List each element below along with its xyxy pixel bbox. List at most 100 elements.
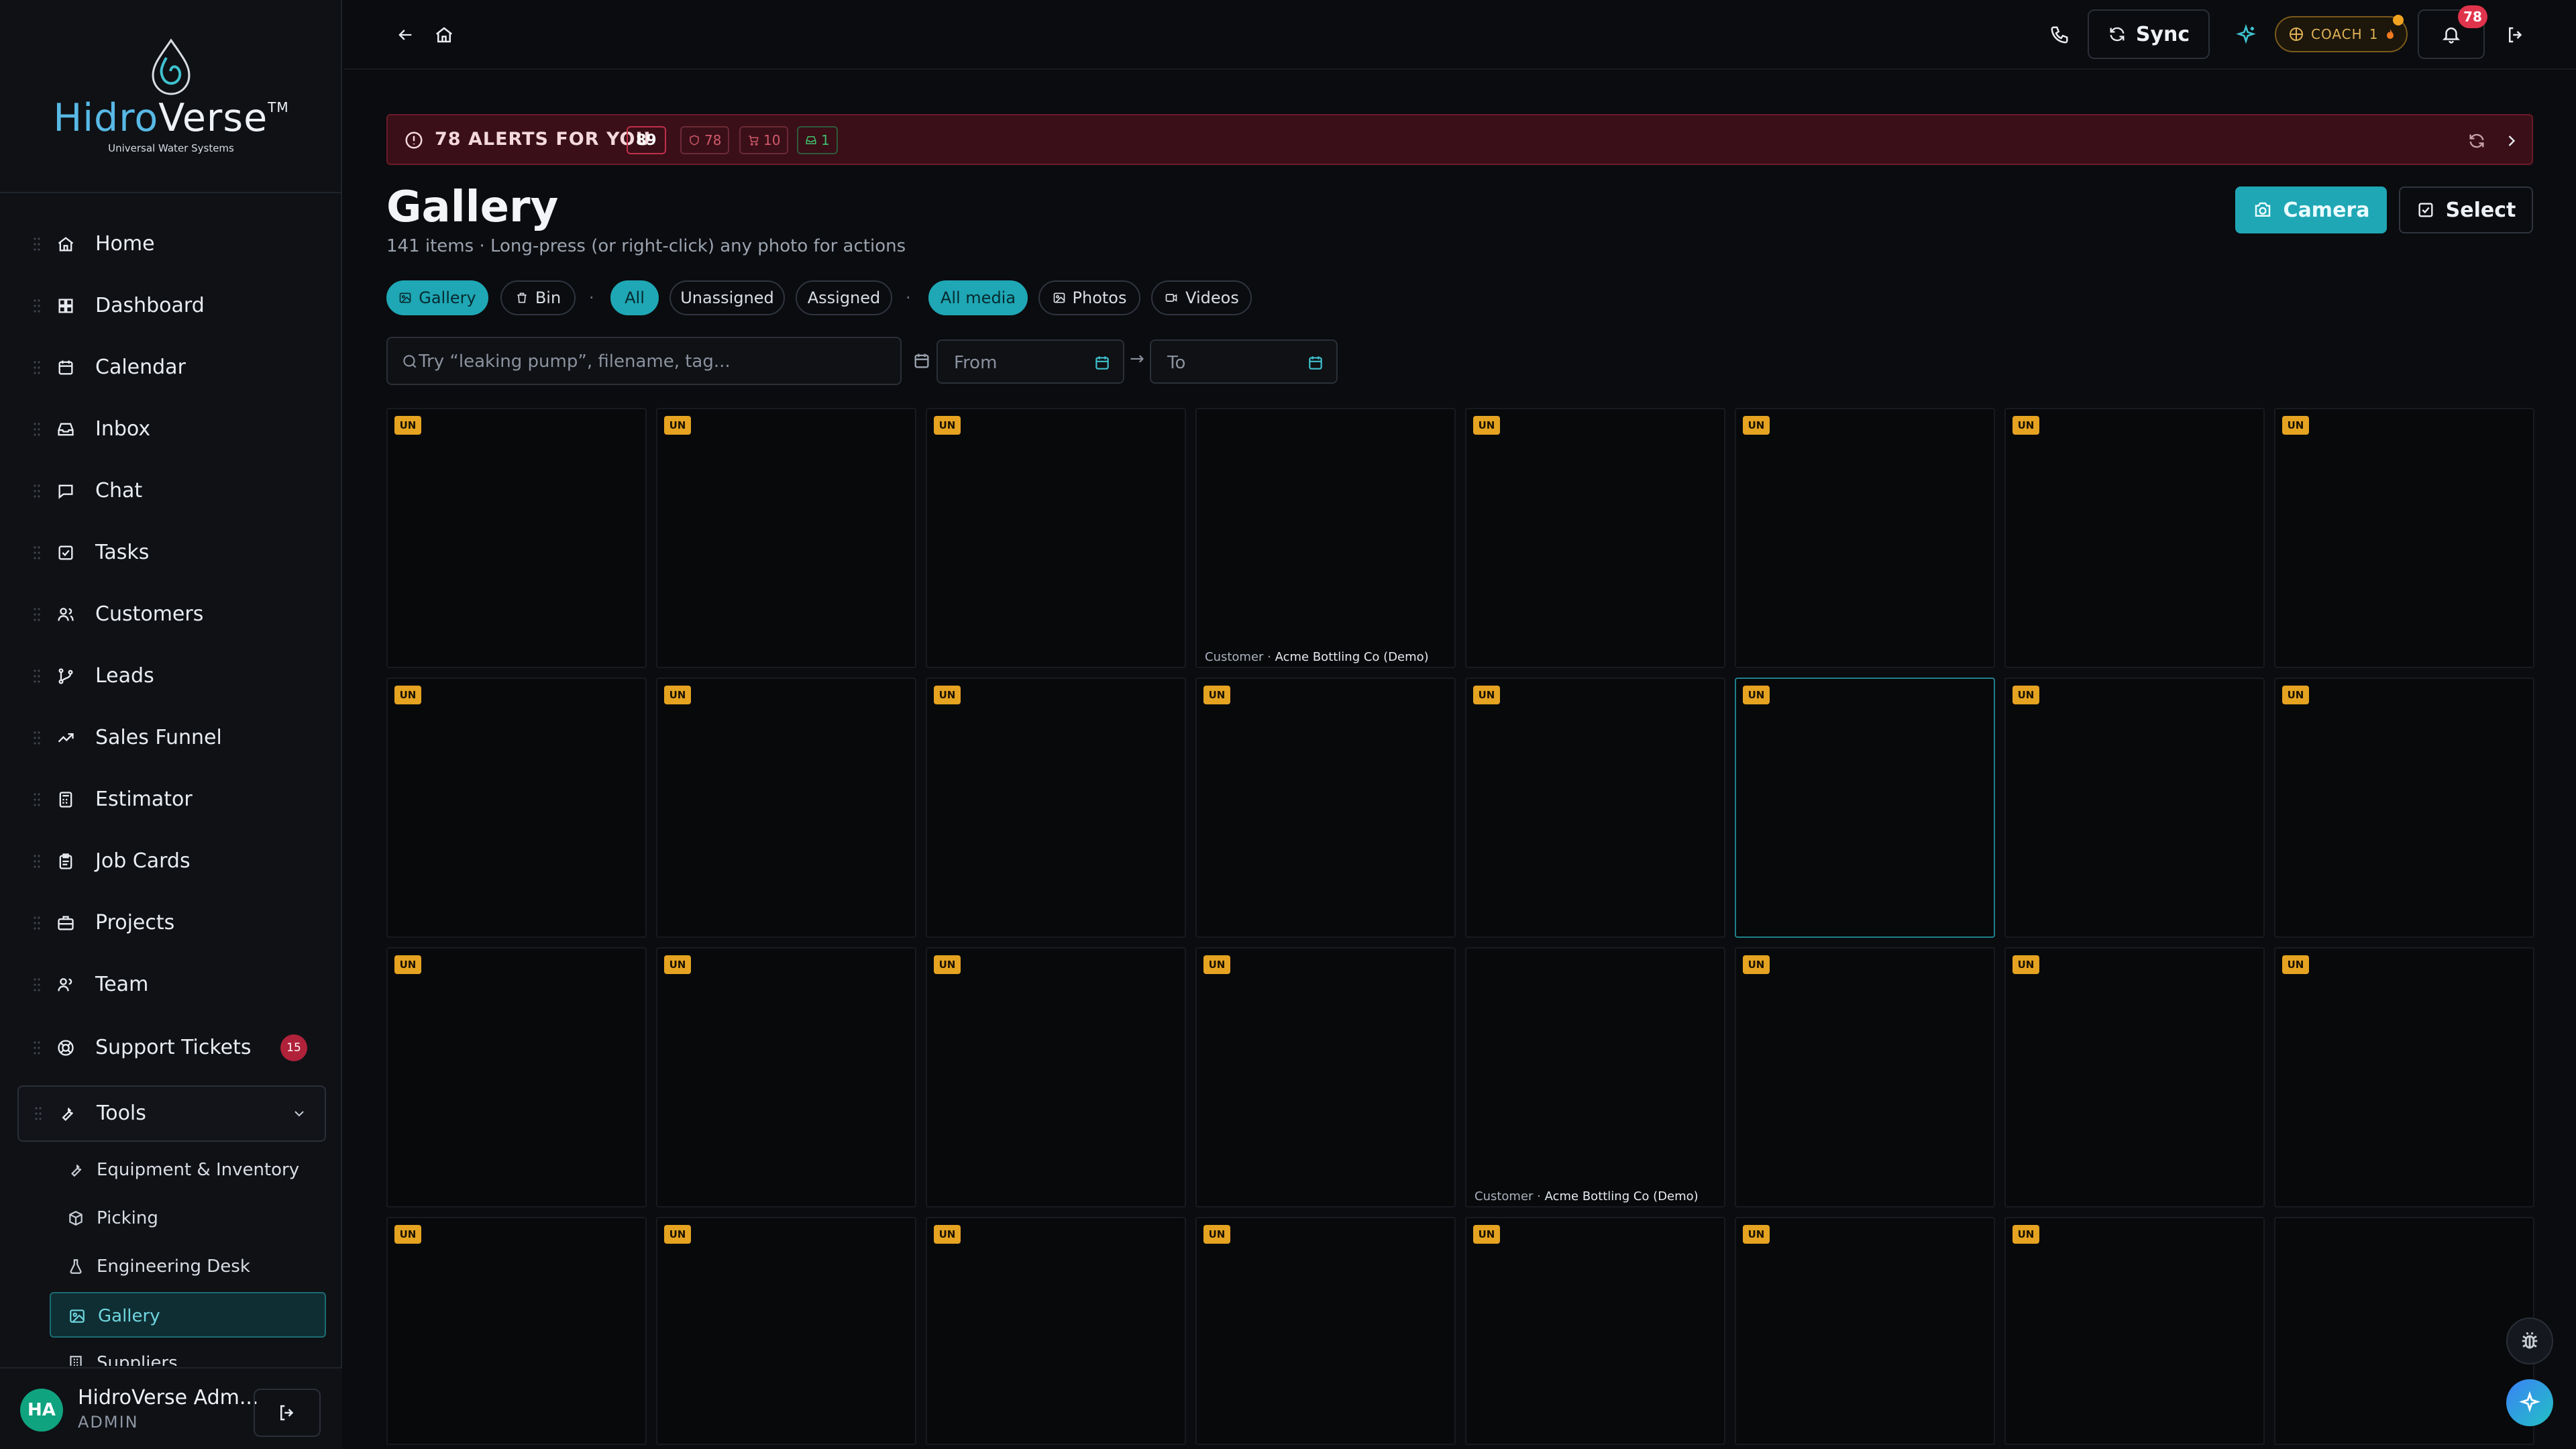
calendar-icon[interactable]: [1307, 354, 1324, 372]
date-to-input[interactable]: To: [1150, 339, 1338, 384]
gallery-tile[interactable]: UN: [2004, 408, 2265, 668]
chevron-right-icon[interactable]: [2502, 131, 2521, 150]
drag-handle-icon[interactable]: [34, 730, 40, 746]
gallery-tile[interactable]: UN: [656, 1217, 916, 1445]
back-button[interactable]: [392, 21, 419, 48]
gallery-tile[interactable]: UN: [2274, 408, 2534, 668]
gallery-tile[interactable]: UN: [1735, 1217, 1995, 1445]
drag-handle-icon[interactable]: [34, 977, 40, 993]
sidebar-item-team[interactable]: Team: [17, 958, 326, 1012]
logout-button[interactable]: [2502, 21, 2529, 48]
sidebar-item-projects[interactable]: Projects: [17, 896, 326, 950]
sidebar-logout-button[interactable]: [254, 1389, 321, 1437]
gallery-tile[interactable]: UN: [2004, 678, 2265, 938]
sidebar-item-chat[interactable]: Chat: [17, 464, 326, 518]
select-button[interactable]: Select: [2399, 186, 2533, 233]
alert-chip-shield[interactable]: 78: [680, 126, 730, 154]
gallery-tile[interactable]: Customer · Acme Bottling Co (Demo): [1195, 408, 1456, 668]
filter-gallery[interactable]: Gallery: [386, 280, 488, 315]
drag-handle-icon[interactable]: [34, 483, 40, 499]
gallery-tile[interactable]: UN: [2274, 678, 2534, 938]
filter-unassigned[interactable]: Unassigned: [669, 280, 785, 315]
filter-assigned[interactable]: Assigned: [796, 280, 892, 315]
coach-button[interactable]: COACH 1: [2275, 15, 2408, 52]
drag-handle-icon[interactable]: [34, 421, 40, 437]
camera-button[interactable]: Camera: [2235, 186, 2387, 233]
sidebar-item-leads[interactable]: Leads: [17, 649, 326, 703]
sidebar-item-job-cards[interactable]: Job Cards: [17, 835, 326, 888]
filter-all-media[interactable]: All media: [928, 280, 1028, 315]
drag-handle-icon[interactable]: [34, 545, 40, 561]
gallery-tile[interactable]: UN: [1195, 1217, 1456, 1445]
gallery-tile[interactable]: UN: [386, 678, 647, 938]
sidebar-subitem-picking[interactable]: Picking: [50, 1195, 326, 1241]
sidebar-item-dashboard[interactable]: Dashboard: [17, 279, 326, 333]
sidebar-subitem-engineering-desk[interactable]: Engineering Desk: [50, 1244, 326, 1289]
drag-handle-icon[interactable]: [35, 1106, 42, 1122]
gallery-tile[interactable]: UN: [1195, 678, 1456, 938]
gallery-tile[interactable]: UN: [926, 1217, 1186, 1445]
ai-assistant-button[interactable]: [2506, 1379, 2553, 1426]
sidebar-subitem-equipment-inventory[interactable]: Equipment & Inventory: [50, 1147, 326, 1193]
gallery-tile[interactable]: UN: [386, 1217, 647, 1445]
search-input[interactable]: [419, 347, 888, 376]
gallery-tile[interactable]: UN: [1735, 947, 1995, 1208]
alerts-banner[interactable]: 78 ALERTS FOR YOU 89 78 10 1: [386, 114, 2533, 165]
filter-bin[interactable]: Bin: [500, 280, 576, 315]
drag-handle-icon[interactable]: [34, 915, 40, 931]
avatar[interactable]: HA: [20, 1389, 63, 1432]
gallery-tile[interactable]: UN: [926, 678, 1186, 938]
ai-assist-button[interactable]: [2233, 21, 2259, 48]
gallery-tile[interactable]: UN: [1735, 678, 1995, 938]
gallery-tile[interactable]: Customer · Acme Bottling Co (Demo): [1465, 947, 1725, 1208]
gallery-tile[interactable]: UN: [656, 678, 916, 938]
gallery-tile[interactable]: UN: [2004, 1217, 2265, 1445]
sidebar-subitem-suppliers[interactable]: Suppliers: [50, 1340, 326, 1366]
bug-report-button[interactable]: [2506, 1318, 2553, 1364]
brand-logo[interactable]: HidroVerseTM Universal Water Systems: [0, 0, 342, 193]
drag-handle-icon[interactable]: [34, 298, 40, 314]
gallery-tile[interactable]: UN: [386, 947, 647, 1208]
gallery-tile[interactable]: UN: [1465, 678, 1725, 938]
gallery-tile[interactable]: UN: [386, 408, 647, 668]
gallery-tile[interactable]: UN: [926, 408, 1186, 668]
gallery-tile[interactable]: UN: [656, 947, 916, 1208]
sidebar-item-home[interactable]: Home: [17, 217, 326, 271]
calendar-icon[interactable]: [1093, 354, 1111, 372]
drag-handle-icon[interactable]: [34, 236, 40, 252]
drag-handle-icon[interactable]: [34, 606, 40, 623]
sidebar-item-estimator[interactable]: Estimator: [17, 773, 326, 826]
filter-all[interactable]: All: [610, 280, 659, 315]
gallery-tile[interactable]: UN: [2004, 947, 2265, 1208]
home-button[interactable]: [431, 21, 458, 48]
sidebar-subitem-gallery[interactable]: Gallery: [50, 1292, 326, 1338]
gallery-tile[interactable]: UN: [1465, 1217, 1725, 1445]
sidebar-item-tools[interactable]: Tools: [17, 1085, 326, 1142]
sidebar-item-support-tickets[interactable]: Support Tickets 15: [17, 1021, 326, 1075]
gallery-tile[interactable]: UN: [656, 408, 916, 668]
drag-handle-icon[interactable]: [34, 360, 40, 376]
phone-button[interactable]: [2046, 21, 2073, 48]
gallery-tile[interactable]: UN: [1195, 947, 1456, 1208]
drag-handle-icon[interactable]: [34, 668, 40, 684]
filter-videos[interactable]: Videos: [1151, 280, 1252, 315]
gallery-tile[interactable]: UN: [926, 947, 1186, 1208]
alert-chip-inbox[interactable]: 1: [797, 126, 838, 154]
gallery-tile[interactable]: UN: [1735, 408, 1995, 668]
sidebar-item-tasks[interactable]: Tasks: [17, 526, 326, 580]
date-from-input[interactable]: From: [936, 339, 1124, 384]
drag-handle-icon[interactable]: [34, 792, 40, 808]
gallery-tile[interactable]: [2274, 1217, 2534, 1445]
refresh-icon[interactable]: [2467, 131, 2486, 150]
alert-chip-cart[interactable]: 10: [739, 126, 789, 154]
sidebar-item-inbox[interactable]: Inbox: [17, 402, 326, 456]
sync-button[interactable]: Sync: [2088, 9, 2210, 59]
gallery-tile[interactable]: UN: [1465, 408, 1725, 668]
sidebar-item-customers[interactable]: Customers: [17, 588, 326, 641]
filter-photos[interactable]: Photos: [1038, 280, 1140, 315]
drag-handle-icon[interactable]: [34, 853, 40, 869]
sidebar-item-calendar[interactable]: Calendar: [17, 341, 326, 394]
gallery-tile[interactable]: UN: [2274, 947, 2534, 1208]
drag-handle-icon[interactable]: [34, 1040, 40, 1056]
sidebar-item-sales-funnel[interactable]: Sales Funnel: [17, 711, 326, 765]
